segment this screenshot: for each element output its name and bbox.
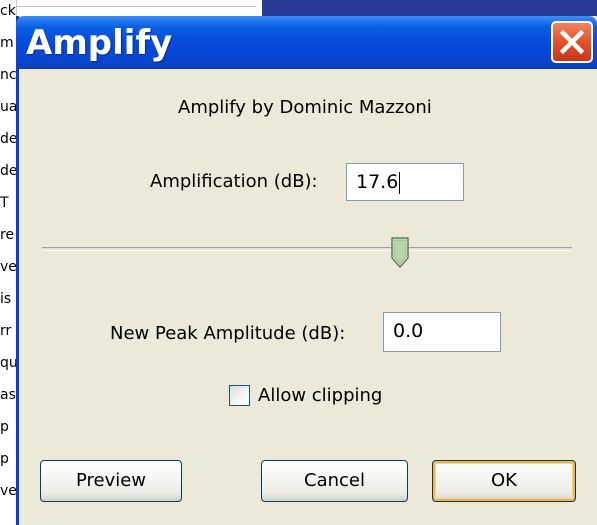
slider-thumb-icon[interactable]	[390, 236, 410, 270]
background-list: ck m nc ua de de Tre ve is rr qu as p p ve	[0, 0, 17, 525]
background-list-item: qu	[0, 355, 16, 371]
plugin-credit: Amplify by Dominic Mazzoni	[178, 97, 432, 118]
cancel-button[interactable]: Cancel	[261, 460, 408, 502]
new-peak-label: New Peak Amplitude (dB):	[110, 323, 346, 344]
background-list-item: re	[0, 227, 15, 243]
amplification-slider-track[interactable]	[42, 247, 572, 251]
background-list-item: ve	[0, 259, 16, 275]
background-list-item: p	[0, 419, 9, 435]
amplification-input[interactable]: 17.6	[346, 163, 464, 201]
dialog-title: Amplify	[26, 23, 173, 63]
background-list-item: de	[0, 163, 16, 179]
background-list-item: as	[0, 387, 16, 403]
background-window-titlebar	[262, 0, 597, 16]
background-list-item: rr	[0, 323, 12, 339]
amplification-label: Amplification (dB):	[150, 171, 318, 192]
background-list-item: T	[0, 195, 9, 211]
close-button[interactable]	[551, 21, 593, 63]
background-list-item: p	[0, 451, 9, 467]
background-list-item: is	[0, 291, 12, 307]
amplification-value: 17.6	[356, 171, 399, 193]
background-list-item: nc	[0, 67, 16, 83]
dialog-body	[19, 69, 597, 525]
text-caret	[399, 171, 401, 194]
background-list-item: de	[0, 131, 16, 147]
background-list-item: ve	[0, 483, 16, 499]
background-window-border	[16, 6, 256, 7]
background-list-item: m	[0, 35, 14, 51]
allow-clipping-checkbox[interactable]	[229, 385, 250, 406]
new-peak-input[interactable]: 0.0	[383, 312, 501, 352]
ok-button[interactable]: OK	[432, 460, 576, 502]
allow-clipping-label[interactable]: Allow clipping	[258, 385, 382, 406]
preview-button[interactable]: Preview	[40, 460, 182, 502]
close-x-icon	[559, 29, 585, 55]
dialog-titlebar[interactable]: Amplify	[16, 16, 597, 69]
background-list-item: ck	[0, 3, 16, 19]
background-list-item: ua	[0, 99, 16, 115]
new-peak-value: 0.0	[393, 320, 424, 342]
